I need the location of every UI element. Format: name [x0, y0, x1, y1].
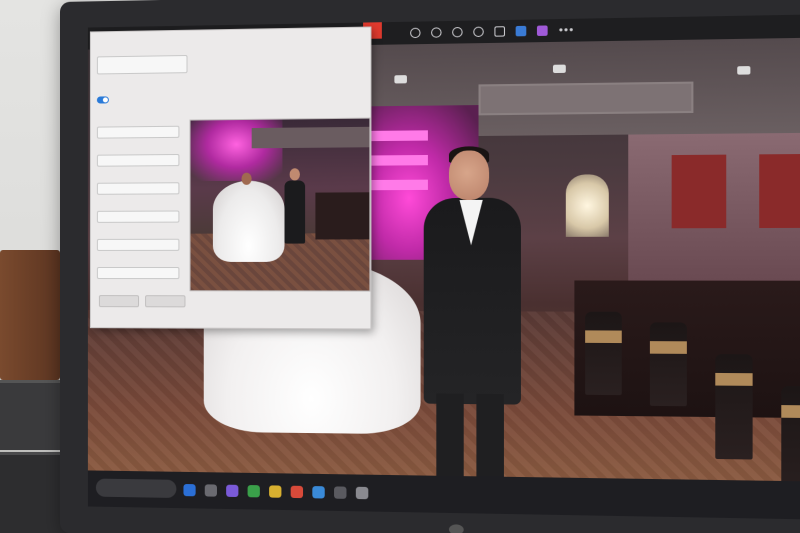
preview-groom-head [289, 168, 300, 181]
screen: ••• [87, 13, 800, 521]
chair [649, 322, 687, 407]
heart-icon[interactable] [431, 27, 443, 38]
groom-leg [436, 393, 464, 482]
dialog-button[interactable] [145, 295, 186, 308]
chair-sash [585, 330, 622, 344]
settings-icon[interactable] [355, 486, 369, 500]
cloud-icon[interactable] [516, 25, 527, 37]
chair-sash [715, 372, 753, 386]
preview-groom [284, 180, 306, 244]
image-preview [189, 117, 371, 292]
dialog-button[interactable] [98, 295, 140, 308]
info-icon[interactable] [452, 26, 464, 38]
more-icon[interactable]: ••• [559, 24, 575, 37]
mail-icon[interactable] [334, 486, 347, 499]
store-icon[interactable] [290, 485, 304, 499]
ceiling-light [737, 66, 751, 75]
file-name-field[interactable] [96, 54, 188, 75]
neon-stripe [365, 179, 428, 191]
groom-head [448, 150, 490, 201]
dialog-field[interactable] [96, 210, 180, 223]
photos-icon[interactable] [312, 486, 325, 499]
chair-sash [649, 341, 687, 354]
dialog-field[interactable] [96, 153, 180, 167]
chair-sash [781, 405, 800, 419]
crop-icon[interactable] [494, 26, 506, 37]
wooden-shelf [0, 250, 60, 380]
neon-stripe [365, 130, 428, 142]
edit-icon[interactable] [473, 26, 485, 38]
chat-icon[interactable] [226, 484, 239, 498]
chair [715, 354, 753, 460]
dialog-field[interactable] [96, 125, 180, 139]
preview-tables [315, 192, 371, 240]
chair [585, 311, 622, 396]
monitor: ••• [60, 0, 800, 533]
dialog-field[interactable] [96, 182, 180, 195]
widgets-icon[interactable] [204, 484, 217, 497]
app-icon[interactable] [537, 25, 549, 36]
preview-ceiling [251, 126, 371, 149]
ceiling-panel [478, 81, 694, 116]
rotate-icon[interactable] [410, 27, 422, 39]
toggle-knob [102, 97, 108, 103]
preview-bride [212, 180, 285, 262]
windows-icon[interactable] [183, 483, 196, 497]
ceiling-light [552, 64, 566, 74]
red-wall-panel [759, 153, 800, 229]
neon-stripe [365, 154, 428, 166]
preview-bride-head [241, 172, 252, 185]
dialog-field[interactable] [96, 266, 180, 280]
window-light [565, 174, 609, 237]
edge-icon[interactable] [269, 485, 282, 498]
export-dialog [89, 26, 372, 330]
ceiling-light [394, 75, 407, 84]
red-wall-panel [671, 154, 727, 229]
search-icon[interactable] [95, 478, 177, 498]
groom-leg [476, 393, 504, 482]
chair [781, 386, 800, 482]
dialog-field[interactable] [96, 238, 180, 251]
explorer-icon[interactable] [247, 485, 260, 498]
monitor-logo [448, 524, 464, 533]
